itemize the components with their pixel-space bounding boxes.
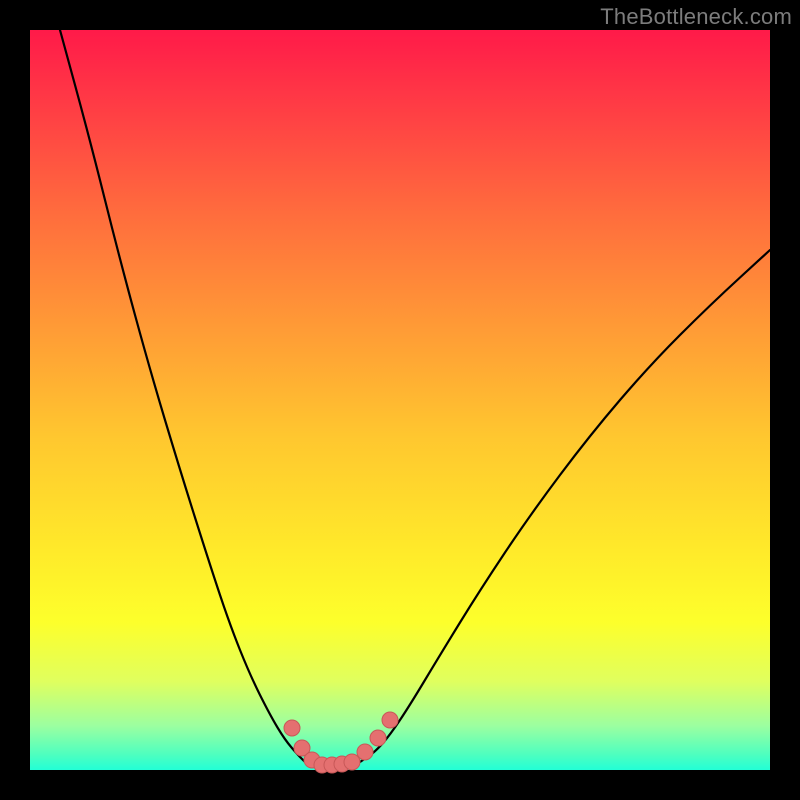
data-dot	[370, 730, 386, 746]
data-dot	[344, 754, 360, 770]
data-dot	[357, 744, 373, 760]
plot-svg	[30, 30, 770, 770]
data-dot	[284, 720, 300, 736]
chart-area	[30, 30, 770, 770]
data-dots	[284, 712, 398, 773]
curve-right	[360, 250, 770, 762]
watermark-text: TheBottleneck.com	[600, 4, 792, 30]
data-dot	[382, 712, 398, 728]
curve-left	[60, 30, 305, 762]
